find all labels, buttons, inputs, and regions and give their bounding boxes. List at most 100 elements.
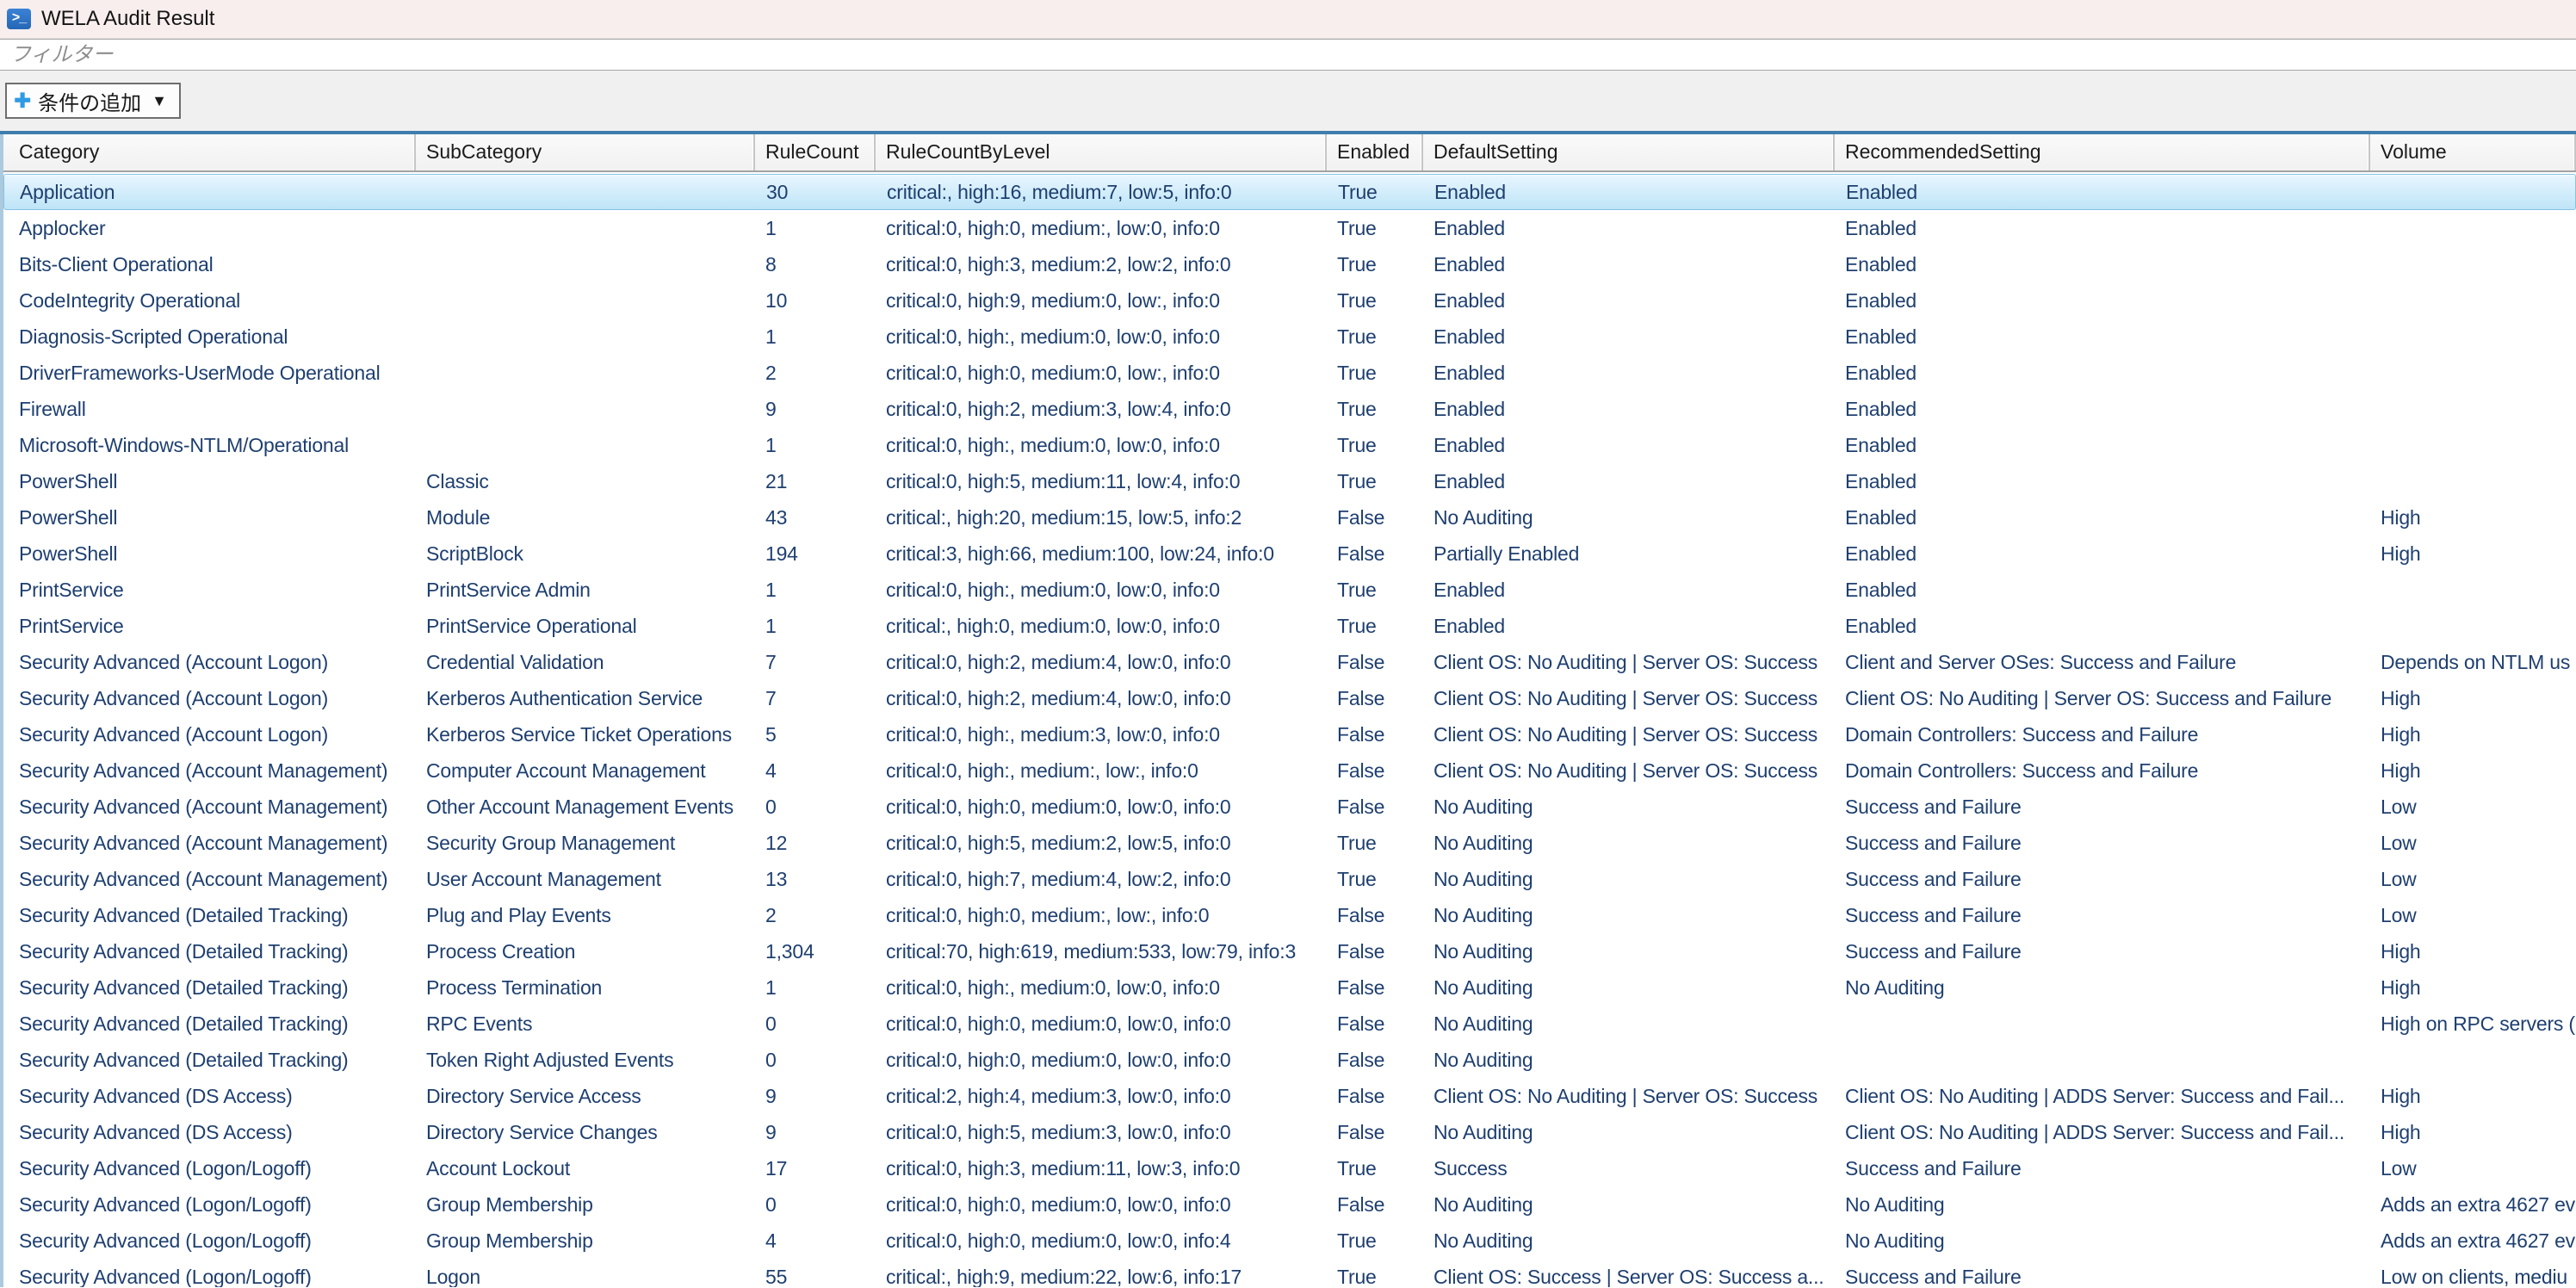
cell-recommendedsetting: No Auditing [1835,1223,2370,1259]
table-row[interactable]: Security Advanced (Detailed Tracking)Plu… [3,897,2576,933]
cell-enabled: False [1327,1042,1423,1078]
table-row[interactable]: Microsoft-Windows-NTLM/Operational1criti… [3,427,2576,463]
table-row[interactable]: Firewall9critical:0, high:2, medium:3, l… [3,391,2576,427]
cell-category: Security Advanced (Account Management) [3,861,416,897]
column-header-volume[interactable]: Volume [2370,134,2576,170]
cell-recommendedsetting: Enabled [1835,572,2370,608]
table-row[interactable]: PowerShellModule43critical:, high:20, me… [3,499,2576,536]
table-row[interactable]: Security Advanced (Account Management)Se… [3,825,2576,861]
table-row[interactable]: Security Advanced (DS Access)Directory S… [3,1078,2576,1114]
cell-rulecount: 1 [755,319,876,355]
cell-recommendedsetting: Success and Failure [1835,1259,2370,1287]
table-row[interactable]: PowerShellClassic21critical:0, high:5, m… [3,463,2576,499]
cell-subcategory: Classic [416,463,755,499]
cell-subcategory [416,282,755,319]
cell-defaultsetting: Partially Enabled [1423,536,1835,572]
column-header-defaultsetting[interactable]: DefaultSetting [1423,134,1835,170]
column-header-enabled[interactable]: Enabled [1327,134,1423,170]
table-row[interactable]: PrintServicePrintService Operational1cri… [3,608,2576,644]
cell-rulecountbylevel: critical:0, high:0, medium:0, low:0, inf… [876,1186,1327,1223]
cell-rulecountbylevel: critical:0, high:, medium:, low:, info:0 [876,752,1327,789]
cell-recommendedsetting: Domain Controllers: Success and Failure [1835,716,2370,752]
table-row[interactable]: Application30critical:, high:16, medium:… [3,174,2576,210]
cell-rulecountbylevel: critical:0, high:2, medium:4, low:0, inf… [876,644,1327,680]
cell-volume [2370,427,2576,463]
table-row[interactable]: Security Advanced (Account Logon)Kerbero… [3,716,2576,752]
table-row[interactable]: Security Advanced (DS Access)Directory S… [3,1114,2576,1150]
table-row[interactable]: Security Advanced (Detailed Tracking)Pro… [3,933,2576,969]
cell-rulecountbylevel: critical:0, high:0, medium:0, low:0, inf… [876,1223,1327,1259]
cell-rulecountbylevel: critical:0, high:0, medium:0, low:, info… [876,355,1327,391]
cell-volume [2370,391,2576,427]
table-row[interactable]: Security Advanced (Account Logon)Credent… [3,644,2576,680]
filter-input[interactable] [0,39,2576,71]
table-row[interactable]: Diagnosis-Scripted Operational1critical:… [3,319,2576,355]
cell-enabled: True [1327,1223,1423,1259]
table-row[interactable]: Security Advanced (Account Management)Co… [3,752,2576,789]
table-row[interactable]: Security Advanced (Logon/Logoff)Group Me… [3,1223,2576,1259]
table-row[interactable]: DriverFrameworks-UserMode Operational2cr… [3,355,2576,391]
column-header-rulecountbylevel[interactable]: RuleCountByLevel [876,134,1327,170]
cell-volume [2371,175,2576,209]
cell-volume: High [2370,1078,2576,1114]
cell-defaultsetting: Enabled [1423,463,1835,499]
cell-category: Security Advanced (Account Logon) [3,680,416,716]
table-row[interactable]: Security Advanced (Logon/Logoff)Group Me… [3,1186,2576,1223]
cell-subcategory [416,391,755,427]
cell-category: Microsoft-Windows-NTLM/Operational [3,427,416,463]
table-row[interactable]: Security Advanced (Detailed Tracking)RPC… [3,1006,2576,1042]
cell-defaultsetting: No Auditing [1423,1042,1835,1078]
cell-rulecount: 1 [755,608,876,644]
cell-category: CodeIntegrity Operational [3,282,416,319]
cell-defaultsetting: No Auditing [1423,1186,1835,1223]
cell-volume [2370,319,2576,355]
cell-rulecountbylevel: critical:0, high:, medium:0, low:0, info… [876,319,1327,355]
cell-rulecountbylevel: critical:, high:20, medium:15, low:5, in… [876,499,1327,536]
cell-subcategory [416,246,755,282]
cell-volume: Low [2370,861,2576,897]
cell-subcategory: ScriptBlock [416,536,755,572]
cell-category: DriverFrameworks-UserMode Operational [3,355,416,391]
cell-enabled: False [1327,969,1423,1006]
cell-defaultsetting: No Auditing [1423,861,1835,897]
column-header-recommendedsetting[interactable]: RecommendedSetting [1835,134,2370,170]
cell-defaultsetting: Client OS: Success | Server OS: Success … [1423,1259,1835,1287]
table-row[interactable]: Security Advanced (Logon/Logoff)Account … [3,1150,2576,1186]
table-row[interactable]: CodeIntegrity Operational10critical:0, h… [3,282,2576,319]
cell-enabled: True [1327,391,1423,427]
table-row[interactable]: Security Advanced (Account Management)Us… [3,861,2576,897]
column-header-rulecount[interactable]: RuleCount [755,134,876,170]
cell-subcategory: Credential Validation [416,644,755,680]
cell-volume: High [2370,752,2576,789]
table-row[interactable]: Security Advanced (Detailed Tracking)Pro… [3,969,2576,1006]
column-header-category[interactable]: Category [3,134,416,170]
cell-volume [2370,463,2576,499]
table-row[interactable]: PrintServicePrintService Admin1critical:… [3,572,2576,608]
cell-rulecountbylevel: critical:0, high:2, medium:3, low:4, inf… [876,391,1327,427]
cell-defaultsetting: No Auditing [1423,1114,1835,1150]
cell-subcategory: Token Right Adjusted Events [416,1042,755,1078]
table-row[interactable]: Security Advanced (Detailed Tracking)Tok… [3,1042,2576,1078]
add-condition-button[interactable]: ✚ 条件の追加 ▼ [5,83,181,119]
table-row[interactable]: Applocker1critical:0, high:0, medium:, l… [3,210,2576,246]
cell-category: Security Advanced (Account Logon) [3,716,416,752]
table-row[interactable]: Security Advanced (Account Management)Ot… [3,789,2576,825]
cell-subcategory: RPC Events [416,1006,755,1042]
cell-recommendedsetting: Success and Failure [1835,861,2370,897]
cell-category: Security Advanced (Detailed Tracking) [3,933,416,969]
cell-volume: High [2370,536,2576,572]
table-row[interactable]: PowerShellScriptBlock194critical:3, high… [3,536,2576,572]
cell-enabled: False [1327,1006,1423,1042]
table-row[interactable]: Bits-Client Operational8critical:0, high… [3,246,2576,282]
cell-rulecount: 55 [755,1259,876,1287]
cell-defaultsetting: No Auditing [1423,825,1835,861]
cell-subcategory: PrintService Operational [416,608,755,644]
cell-recommendedsetting: Success and Failure [1835,933,2370,969]
cell-defaultsetting: No Auditing [1423,933,1835,969]
table-row[interactable]: Security Advanced (Logon/Logoff)Logon55c… [3,1259,2576,1287]
cell-defaultsetting: Client OS: No Auditing | Server OS: Succ… [1423,1078,1835,1114]
table-row[interactable]: Security Advanced (Account Logon)Kerbero… [3,680,2576,716]
column-header-subcategory[interactable]: SubCategory [416,134,755,170]
cell-rulecountbylevel: critical:0, high:0, medium:0, low:0, inf… [876,789,1327,825]
cell-defaultsetting: Enabled [1423,355,1835,391]
